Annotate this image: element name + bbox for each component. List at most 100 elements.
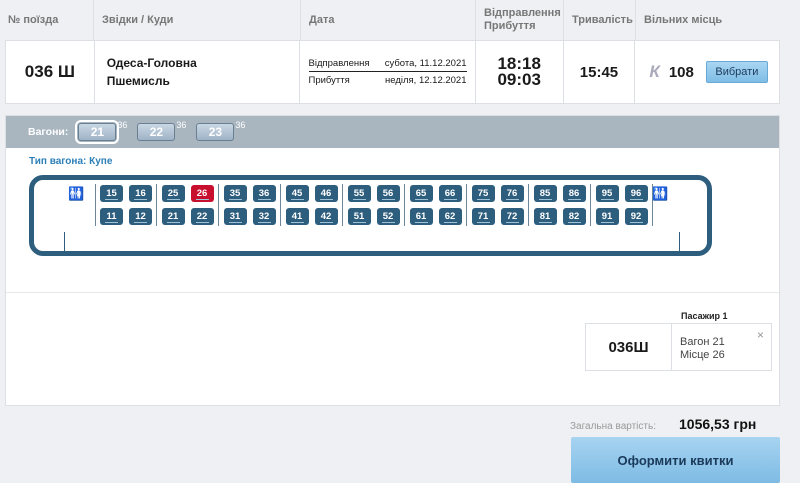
seat-row-top: 95 96: [595, 185, 648, 202]
seat-row-bottom: 21 22: [161, 208, 214, 225]
wagon-tab-21[interactable]: 21 36: [75, 120, 127, 144]
ticket-wagon: Вагон 21: [680, 336, 725, 348]
seat-86[interactable]: 86: [562, 185, 586, 202]
header-route: Звідки / Куди: [94, 0, 301, 40]
passenger-label: Пасажир 1: [681, 311, 728, 321]
compartment: 85 86 81 82: [529, 184, 591, 226]
results-table-header: № поїзда Звідки / Куди Дата Відправлення…: [0, 0, 780, 40]
checkout-button[interactable]: Оформити квитки: [571, 437, 780, 483]
seat-row-bottom: 81 82: [533, 208, 586, 225]
seat-row-top: 55 56: [347, 185, 400, 202]
seat-26[interactable]: 26: [190, 185, 214, 202]
seat-22[interactable]: 22: [190, 208, 214, 225]
train-number: 036 Ш: [6, 41, 95, 103]
restroom-icon: 🚻: [68, 186, 84, 201]
route-cell: Одеса-Головна Пшемисль: [95, 41, 301, 103]
seat-85[interactable]: 85: [533, 185, 557, 202]
ticket-train-number: 036Ш: [586, 324, 672, 370]
seat-41[interactable]: 41: [285, 208, 309, 225]
route-to: Пшемисль: [106, 74, 170, 88]
wagon-free-count: 36: [235, 120, 246, 130]
wagon-tab-23[interactable]: 23 36: [196, 120, 246, 141]
wagon-icon: 23: [196, 123, 235, 141]
arrival-date: неділя, 12.12.2021: [385, 74, 467, 86]
seat-75[interactable]: 75: [471, 185, 495, 202]
section-divider: [6, 292, 779, 293]
wagons-label: Вагони:: [28, 126, 69, 138]
arrival-date-line: Прибуття неділя, 12.12.2021: [309, 74, 467, 88]
seat-42[interactable]: 42: [314, 208, 338, 225]
close-icon[interactable]: ×: [757, 328, 764, 342]
compartments: 15 16 11 12 25 26 21 22 35 36 31 32 45 46 41 42 55 56 51 52…: [95, 184, 653, 226]
wagon-scheme: 🚻 🚻 15 16 11 12 25 26 21 22 35 36 31 32 45 46 41 42 55 56…: [29, 175, 712, 256]
duration: 15:45: [564, 41, 636, 103]
seat-56[interactable]: 56: [376, 185, 400, 202]
seat-11[interactable]: 11: [100, 208, 123, 225]
seat-55[interactable]: 55: [347, 185, 371, 202]
seat-51[interactable]: 51: [347, 208, 371, 225]
seat-45[interactable]: 45: [285, 185, 309, 202]
seat-row-top: 15 16: [100, 185, 152, 202]
train-row: 036 Ш Одеса-Головна Пшемисль Відправленн…: [5, 40, 780, 104]
seat-row-top: 65 66: [409, 185, 462, 202]
departure-date: субота, 11.12.2021: [384, 57, 467, 69]
seat-81[interactable]: 81: [533, 208, 557, 225]
seat-15[interactable]: 15: [100, 185, 123, 202]
header-date: Дата: [301, 0, 476, 40]
seat-21[interactable]: 21: [161, 208, 185, 225]
ticket-card: 036Ш Вагон 21 Місце 26 ×: [585, 323, 772, 371]
header-free-seats: Вільних місць: [644, 13, 723, 26]
seat-row-bottom: 51 52: [347, 208, 400, 225]
seat-91[interactable]: 91: [595, 208, 619, 225]
compartment: 55 56 51 52: [343, 184, 405, 226]
compartment: 35 36 31 32: [219, 184, 281, 226]
seat-35[interactable]: 35: [223, 185, 247, 202]
seat-32[interactable]: 32: [252, 208, 276, 225]
seat-36[interactable]: 36: [252, 185, 276, 202]
seat-25[interactable]: 25: [161, 185, 185, 202]
seat-72[interactable]: 72: [500, 208, 524, 225]
seat-92[interactable]: 92: [624, 208, 648, 225]
seat-52[interactable]: 52: [376, 208, 400, 225]
seat-row-top: 75 76: [471, 185, 524, 202]
free-seats-count: 108: [668, 63, 694, 81]
seat-row-bottom: 31 32: [223, 208, 276, 225]
compartment: 75 76 71 72: [467, 184, 529, 226]
seat-71[interactable]: 71: [471, 208, 495, 225]
header-duration: Тривалість: [564, 0, 636, 40]
seat-row-top: 85 86: [533, 185, 586, 202]
seat-row-bottom: 61 62: [409, 208, 462, 225]
header-depart-arrive: Відправлення Прибуття: [476, 0, 564, 40]
departure-date-line: Відправлення субота, 11.12.2021: [308, 57, 467, 72]
compartment: 15 16 11 12: [95, 184, 157, 226]
wagon-wall: [679, 232, 680, 252]
seat-96[interactable]: 96: [624, 185, 648, 202]
total-label: Загальна вартість:: [570, 421, 656, 432]
seat-46[interactable]: 46: [314, 185, 338, 202]
seat-66[interactable]: 66: [438, 185, 462, 202]
wagon-icon: 21: [75, 120, 120, 144]
free-seats-cell: К 108 Вибрати: [635, 41, 779, 103]
wagon-tab-22[interactable]: 22 36: [137, 120, 186, 141]
seat-16[interactable]: 16: [129, 185, 152, 202]
seat-12[interactable]: 12: [129, 208, 152, 225]
seat-65[interactable]: 65: [409, 185, 433, 202]
seat-31[interactable]: 31: [223, 208, 247, 225]
wagon-class-letter: К: [649, 62, 660, 81]
seat-61[interactable]: 61: [409, 208, 433, 225]
compartment: 25 26 21 22: [157, 184, 219, 226]
choose-button[interactable]: Вибрати: [705, 61, 768, 83]
seat-row-bottom: 71 72: [471, 208, 524, 225]
seat-row-bottom: 91 92: [595, 208, 648, 225]
total-value: 1056,53 грн: [679, 416, 757, 432]
arrival-label: Прибуття: [308, 74, 350, 86]
wagon-icon: 22: [137, 123, 176, 141]
seat-82[interactable]: 82: [562, 208, 586, 225]
restroom-icon: 🚻: [652, 186, 668, 201]
seat-row-bottom: 11 12: [100, 208, 152, 225]
seat-row-top: 45 46: [285, 185, 338, 202]
seat-76[interactable]: 76: [500, 185, 524, 202]
seat-62[interactable]: 62: [438, 208, 462, 225]
seat-95[interactable]: 95: [595, 185, 619, 202]
compartment: 65 66 61 62: [405, 184, 467, 226]
